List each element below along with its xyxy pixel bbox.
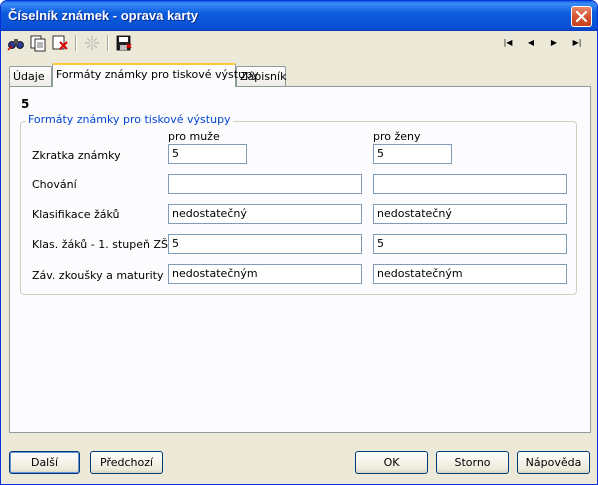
row-label-klasifikace: Klasifikace žáků [32,208,120,221]
zav-zkousky-male-input[interactable]: nedostatečným [168,264,362,284]
column-header-male: pro muže [168,130,220,143]
close-icon [575,10,588,23]
ok-button[interactable]: OK [355,451,428,474]
dialog-window: Číselník známek - oprava karty |◀ ◀ ▶ ▶|… [0,0,598,485]
zkratka-female-input[interactable]: 5 [373,144,452,164]
close-button[interactable] [571,6,592,27]
klasifikace-male-input[interactable]: nedostatečný [168,204,362,224]
group-title: Formáty známky pro tiskové výstupy [26,113,233,126]
toolbar-separator [75,35,77,51]
toolbar: |◀ ◀ ▶ ▶| [5,32,595,54]
row-label-chovani: Chování [32,178,77,191]
copy-icon[interactable] [29,34,47,52]
column-header-female: pro ženy [373,130,421,143]
save-icon[interactable] [115,34,133,52]
chovani-male-input[interactable] [168,174,362,194]
klas-1-stupen-male-input[interactable]: 5 [168,234,362,254]
klasifikace-female-input[interactable]: nedostatečný [373,204,567,224]
row-label-klas-1-stupen: Klas. žáků - 1. stupeň ZŠ [32,238,168,251]
last-record-button[interactable]: ▶| [569,35,585,51]
binoculars-search-icon[interactable] [7,34,25,52]
previous-button[interactable]: Předchozí [90,451,163,474]
next-button[interactable]: Další [9,451,80,474]
klas-1-stupen-female-input[interactable]: 5 [373,234,567,254]
zav-zkousky-female-input[interactable]: nedostatečným [373,264,567,284]
first-record-button[interactable]: |◀ [500,35,516,51]
disabled-action-icon[interactable] [83,34,101,52]
help-button[interactable]: Nápověda [517,451,590,474]
previous-record-button[interactable]: ◀ [523,35,539,51]
card-number: 5 [21,97,30,111]
window-title: Číselník známek - oprava karty [8,8,199,23]
zkratka-male-input[interactable]: 5 [168,144,247,164]
row-label-zkratka: Zkratka známky [32,149,121,162]
next-record-button[interactable]: ▶ [546,35,562,51]
toolbar-separator [107,35,109,51]
title-bar[interactable]: Číselník známek - oprava karty [1,1,597,31]
cancel-button[interactable]: Storno [436,451,509,474]
delete-record-icon[interactable] [51,34,69,52]
tab-formaty-znamky[interactable]: Formáty známky pro tiskové výstupy [52,63,259,87]
chovani-female-input[interactable] [373,174,567,194]
tab-udaje[interactable]: Údaje [9,66,52,87]
row-label-zav-zkousky: Záv. zkoušky a maturity [32,269,164,282]
tab-panel: 5 Formáty známky pro tiskové výstupy pro… [9,86,591,433]
